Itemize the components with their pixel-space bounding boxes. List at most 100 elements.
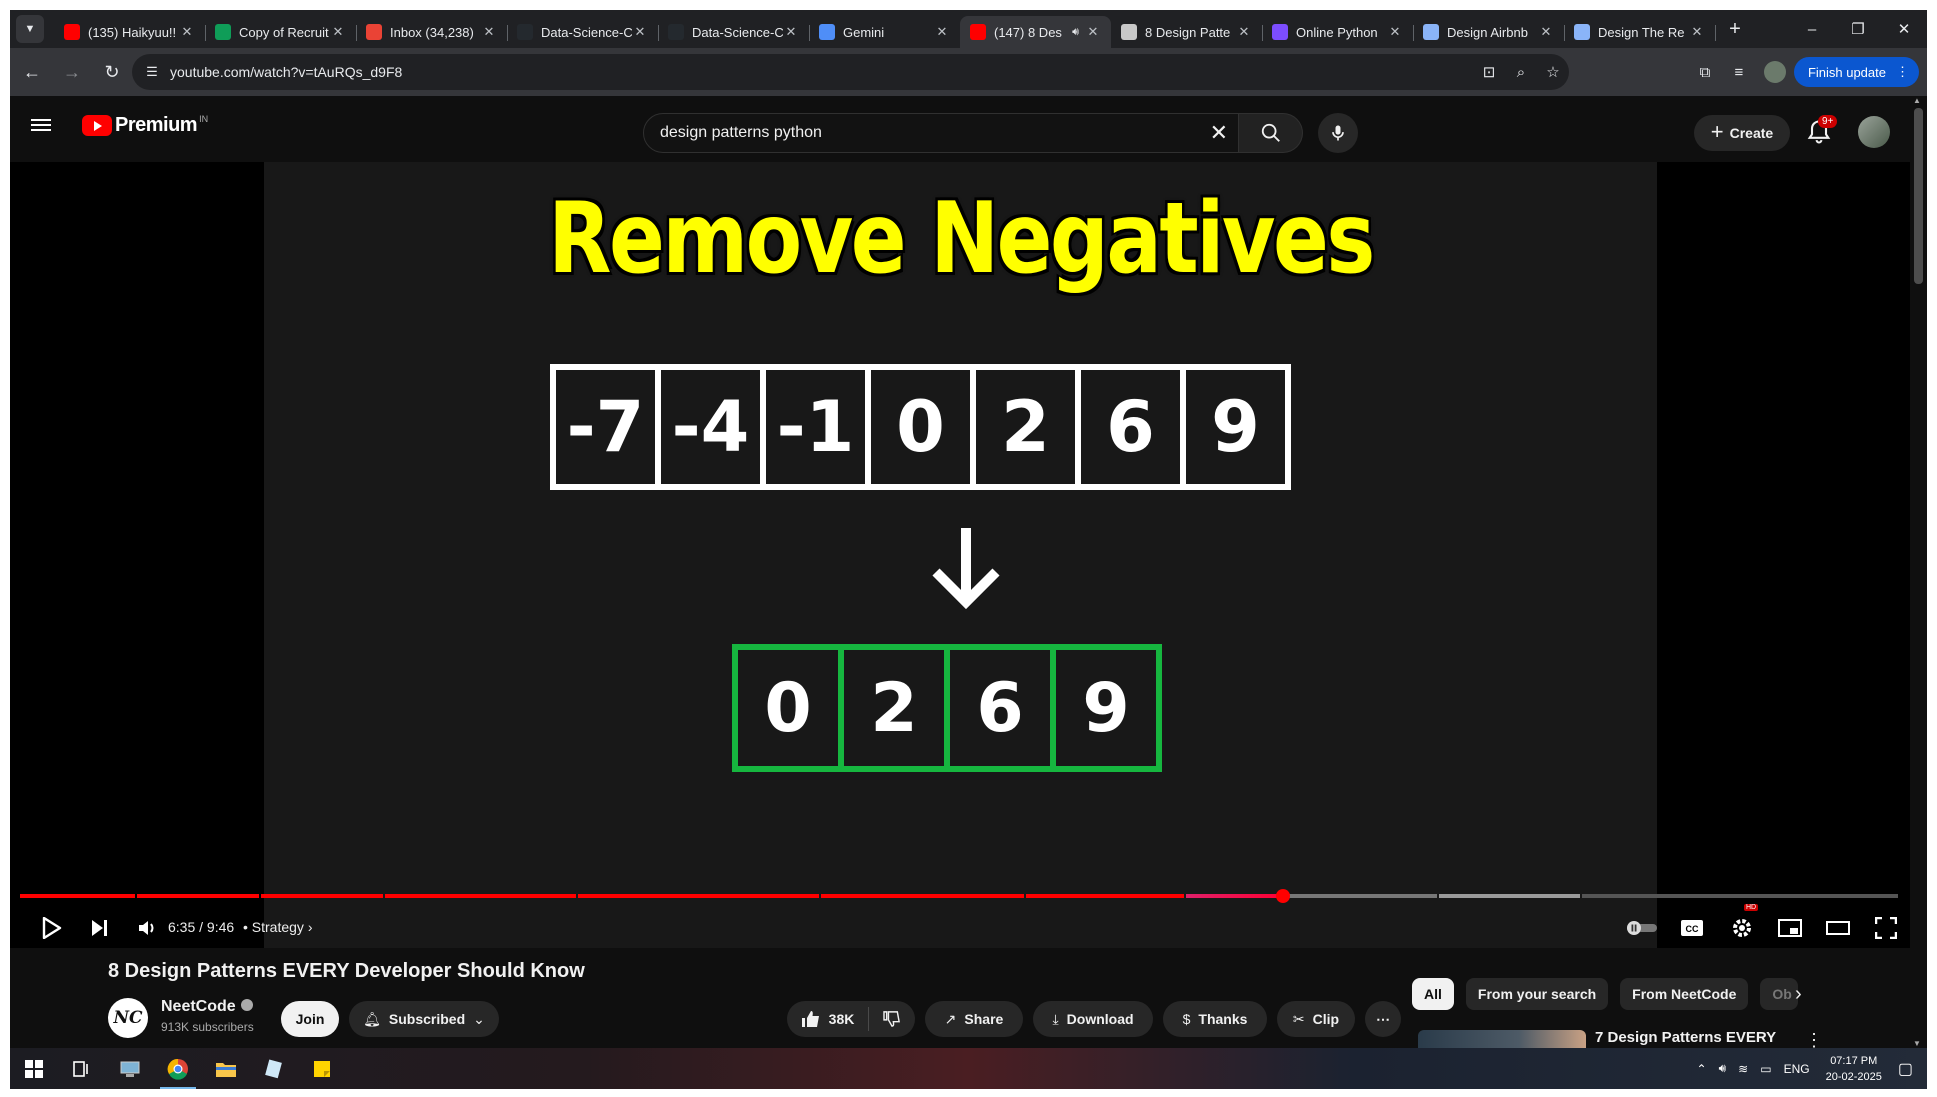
tab-close-icon[interactable]: ✕ — [1689, 24, 1705, 40]
channel-name-link[interactable]: NeetCode — [161, 998, 253, 1016]
scrollbar-thumb[interactable] — [1914, 108, 1923, 284]
dislike-button[interactable] — [869, 1011, 915, 1027]
progress-bar[interactable] — [20, 894, 1900, 898]
tab-close-icon[interactable]: ✕ — [481, 24, 497, 40]
chapter-segment[interactable] — [1185, 894, 1438, 898]
tab-close-icon[interactable]: ✕ — [1085, 24, 1101, 40]
taskbar-app-chrome[interactable] — [154, 1048, 202, 1089]
browser-tab[interactable]: 8 Design Patte ✕ — [1111, 16, 1263, 48]
settings-button[interactable] — [1722, 908, 1762, 948]
address-bar[interactable]: ☰ youtube.com/watch?v=tAuRQs_d9F8 ⊡ ⌕ ☆ — [132, 54, 1569, 90]
miniplayer-button[interactable] — [1770, 908, 1810, 948]
search-input[interactable] — [644, 124, 1124, 142]
task-view-button[interactable] — [58, 1048, 106, 1089]
media-controls-icon[interactable]: ≡ — [1722, 64, 1756, 81]
share-button[interactable]: ↗ Share — [925, 1001, 1023, 1037]
tab-close-icon[interactable]: ✕ — [783, 24, 799, 40]
browser-tab[interactable]: Design Airbnb ✕ — [1413, 16, 1565, 48]
close-window-icon[interactable]: ✕ — [1881, 10, 1927, 48]
filter-chip[interactable]: From NeetCode — [1620, 978, 1749, 1010]
browser-tab[interactable]: Data-Science-C ✕ — [658, 16, 810, 48]
autoplay-toggle[interactable] — [1622, 908, 1662, 948]
voice-search-button[interactable] — [1318, 113, 1358, 153]
chapter-segment[interactable] — [578, 894, 819, 898]
taskbar-app-sticky-notes[interactable] — [298, 1048, 346, 1089]
browser-tab[interactable]: Design The Re ✕ — [1564, 16, 1716, 48]
chapter-button[interactable]: • Strategy › — [243, 919, 313, 935]
browser-tab[interactable]: Data-Science-C ✕ — [507, 16, 659, 48]
taskbar-app-explorer[interactable] — [202, 1048, 250, 1089]
next-button[interactable] — [80, 908, 120, 948]
download-button[interactable]: ⤓ Download — [1033, 1001, 1153, 1037]
tab-close-icon[interactable]: ✕ — [179, 24, 195, 40]
battery-icon[interactable]: ▭ — [1760, 1062, 1771, 1076]
video-player[interactable]: Remove Negatives -7 -4 -1 0 2 6 9 0269 6:35 / … — [10, 162, 1910, 948]
captions-button[interactable]: CC — [1672, 908, 1712, 948]
filter-chip[interactable]: Ob — [1760, 978, 1799, 1010]
back-button[interactable]: ← — [14, 54, 50, 90]
tab-audio-icon[interactable]: 🔊︎ — [1072, 26, 1079, 39]
chapter-segment[interactable] — [20, 894, 135, 898]
play-button[interactable] — [32, 908, 72, 948]
tab-close-icon[interactable]: ✕ — [330, 24, 346, 40]
tab-close-icon[interactable]: ✕ — [632, 24, 648, 40]
subscribed-button[interactable]: 🔔︎ Subscribed ⌄ — [349, 1001, 499, 1037]
clear-search-icon[interactable]: ✕ — [1210, 120, 1228, 146]
chapter-segment[interactable] — [1439, 894, 1581, 898]
browser-tab[interactable]: Gemini ✕ — [809, 16, 961, 48]
chapter-segment[interactable] — [384, 894, 577, 898]
clip-button[interactable]: ✂ Clip — [1277, 1001, 1355, 1037]
account-avatar[interactable] — [1858, 116, 1890, 148]
reload-button[interactable]: ↻ — [94, 54, 130, 90]
browser-tab[interactable]: Inbox (34,238) ✕ — [356, 16, 508, 48]
minimize-icon[interactable]: – — [1789, 10, 1835, 48]
tab-close-icon[interactable]: ✕ — [1236, 24, 1252, 40]
chapter-segment[interactable] — [1582, 894, 1898, 898]
install-app-icon[interactable]: ⊡ — [1473, 63, 1505, 81]
wifi-icon[interactable]: ≋ — [1738, 1062, 1748, 1076]
mute-button[interactable] — [128, 908, 168, 948]
chapter-segment[interactable] — [820, 894, 1024, 898]
taskbar-app-computer[interactable] — [106, 1048, 154, 1089]
join-button[interactable]: Join — [281, 1001, 339, 1037]
taskbar-app-notepad[interactable] — [250, 1048, 298, 1089]
site-info-icon[interactable]: ☰ — [140, 60, 164, 84]
extensions-icon[interactable]: ⧉ — [1688, 64, 1722, 81]
youtube-logo[interactable]: Premium IN — [82, 114, 208, 137]
chapter-segment[interactable] — [136, 894, 259, 898]
thanks-button[interactable]: $ Thanks — [1163, 1001, 1267, 1037]
filter-chip[interactable]: All — [1412, 978, 1454, 1010]
tab-close-icon[interactable]: ✕ — [1538, 24, 1554, 40]
tab-close-icon[interactable]: ✕ — [1387, 24, 1403, 40]
bookmark-star-icon[interactable]: ☆ — [1537, 63, 1569, 81]
profile-avatar[interactable] — [1763, 61, 1786, 83]
start-button[interactable] — [10, 1048, 58, 1089]
like-button[interactable]: 38K — [787, 1007, 869, 1031]
browser-tab[interactable]: Online Python ✕ — [1262, 16, 1414, 48]
chips-next-icon[interactable]: › — [1795, 983, 1802, 1006]
forward-button[interactable]: → — [54, 54, 90, 90]
browser-tab[interactable]: (147) 8 Des 🔊︎ ✕ — [960, 16, 1111, 48]
page-scrollbar[interactable]: ▲ ▼ — [1910, 96, 1927, 1048]
speaker-icon[interactable]: 🔊︎ — [1719, 1061, 1727, 1076]
fullscreen-button[interactable] — [1866, 908, 1906, 948]
chapter-segment[interactable] — [1025, 894, 1184, 898]
restore-icon[interactable]: ❐ — [1835, 10, 1881, 48]
search-button[interactable] — [1239, 113, 1303, 153]
more-actions-button[interactable]: ⋯ — [1365, 1001, 1401, 1037]
browser-tab[interactable]: Copy of Recruit ✕ — [205, 16, 357, 48]
tab-search-button[interactable]: ▼ — [16, 15, 44, 43]
tab-close-icon[interactable]: ✕ — [934, 24, 950, 40]
clock[interactable]: 07:17 PM 20-02-2025 — [1826, 1053, 1882, 1085]
filter-chip[interactable]: From your search — [1465, 978, 1609, 1010]
action-center-icon[interactable]: ▢ — [1898, 1059, 1913, 1079]
browser-tab[interactable]: (135) Haikyuu!! ✕ — [54, 16, 206, 48]
create-button[interactable]: + Create — [1694, 115, 1790, 151]
language-indicator[interactable]: ENG — [1784, 1062, 1810, 1076]
new-tab-button[interactable]: + — [1721, 18, 1749, 41]
menu-icon[interactable] — [29, 113, 53, 137]
channel-avatar[interactable]: NC — [108, 998, 148, 1038]
theater-mode-button[interactable] — [1818, 908, 1858, 948]
zoom-icon[interactable]: ⌕ — [1505, 64, 1537, 81]
tray-expand-icon[interactable]: ⌃ — [1697, 1062, 1707, 1076]
